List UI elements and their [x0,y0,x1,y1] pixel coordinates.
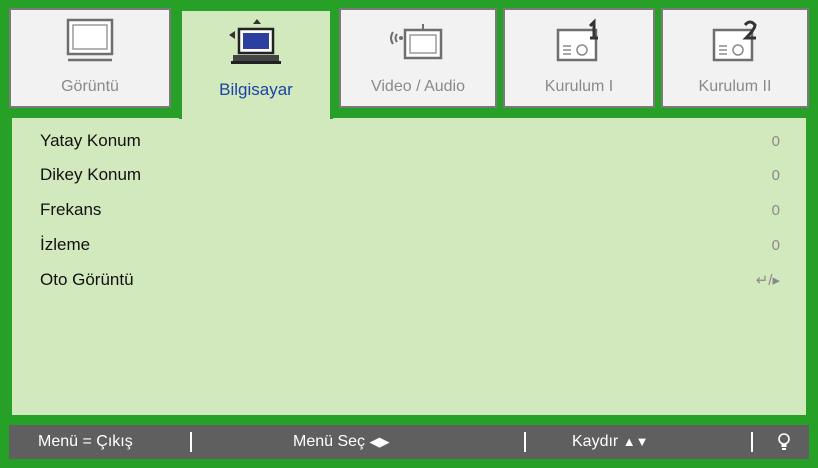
footer-hint-bar: Menü = Çıkış Menü Seç ◀▶ Kaydır ▲▼ [9,425,809,459]
footer-divider [190,432,192,452]
projector-setup-1-icon [556,18,598,62]
tab-bar: Görüntü Bilgisayar Video / Audio Kurulum… [9,8,809,119]
tab-kurulum-1[interactable]: Kurulum I [503,8,655,108]
footer-divider [751,432,753,452]
tab-label: Görüntü [61,78,119,95]
left-right-arrows-icon: ◀▶ [369,434,390,449]
menu-item-value: 0 [771,166,780,184]
computer-icon [229,19,281,64]
footer-scroll-label: Kaydır [572,433,619,450]
enter-arrow-icon: ↵/▸ [755,272,780,289]
menu-item-value: 0 [771,132,780,150]
menu-item-label: Oto Görüntü [40,270,134,289]
menu-item-yatay-konum[interactable]: Yatay Konum 0 [40,129,780,153]
lamp-icon [778,433,790,450]
menu-item-label: Yatay Konum [40,131,141,150]
tab-kurulum-2[interactable]: Kurulum II [661,8,809,108]
footer-select-label: Menü Seç [293,433,366,450]
tab-bilgisayar[interactable]: Bilgisayar [179,8,333,119]
tab-goruntu[interactable]: Görüntü [9,8,171,108]
tab-video-audio[interactable]: Video / Audio [339,8,497,108]
menu-item-label: İzleme [40,235,91,254]
menu-item-value: 0 [771,236,780,254]
menu-item-dikey-konum[interactable]: Dikey Konum 0 [40,163,780,187]
menu-item-label: Frekans [40,200,102,219]
tab-label: Kurulum II [698,78,772,95]
menu-panel: Yatay Konum 0 Dikey Konum 0 Frekans 0 İz… [9,115,809,418]
video-audio-icon [390,24,443,60]
tab-label: Bilgisayar [219,80,293,99]
monitor-icon [66,18,114,62]
menu-item-oto-goruntu[interactable]: Oto Görüntü ↵/▸ [40,268,780,292]
tab-label: Video / Audio [370,78,465,95]
menu-item-izleme[interactable]: İzleme 0 [40,233,780,257]
footer-exit-hint: Menü = Çıkış [38,433,133,450]
up-down-arrows-icon: ▲▼ [622,434,649,449]
projector-setup-2-icon [712,20,757,62]
tab-label: Kurulum I [544,78,614,95]
footer-select-hint: Menü Seç ◀▶ [293,425,390,459]
footer-scroll-hint: Kaydır ▲▼ [572,425,648,459]
menu-item-frekans[interactable]: Frekans 0 [40,198,780,222]
footer-divider [524,432,526,452]
menu-item-label: Dikey Konum [40,165,142,184]
osd-menu: Görüntü Bilgisayar Video / Audio Kurulum… [0,0,818,468]
menu-item-value: 0 [771,201,780,219]
